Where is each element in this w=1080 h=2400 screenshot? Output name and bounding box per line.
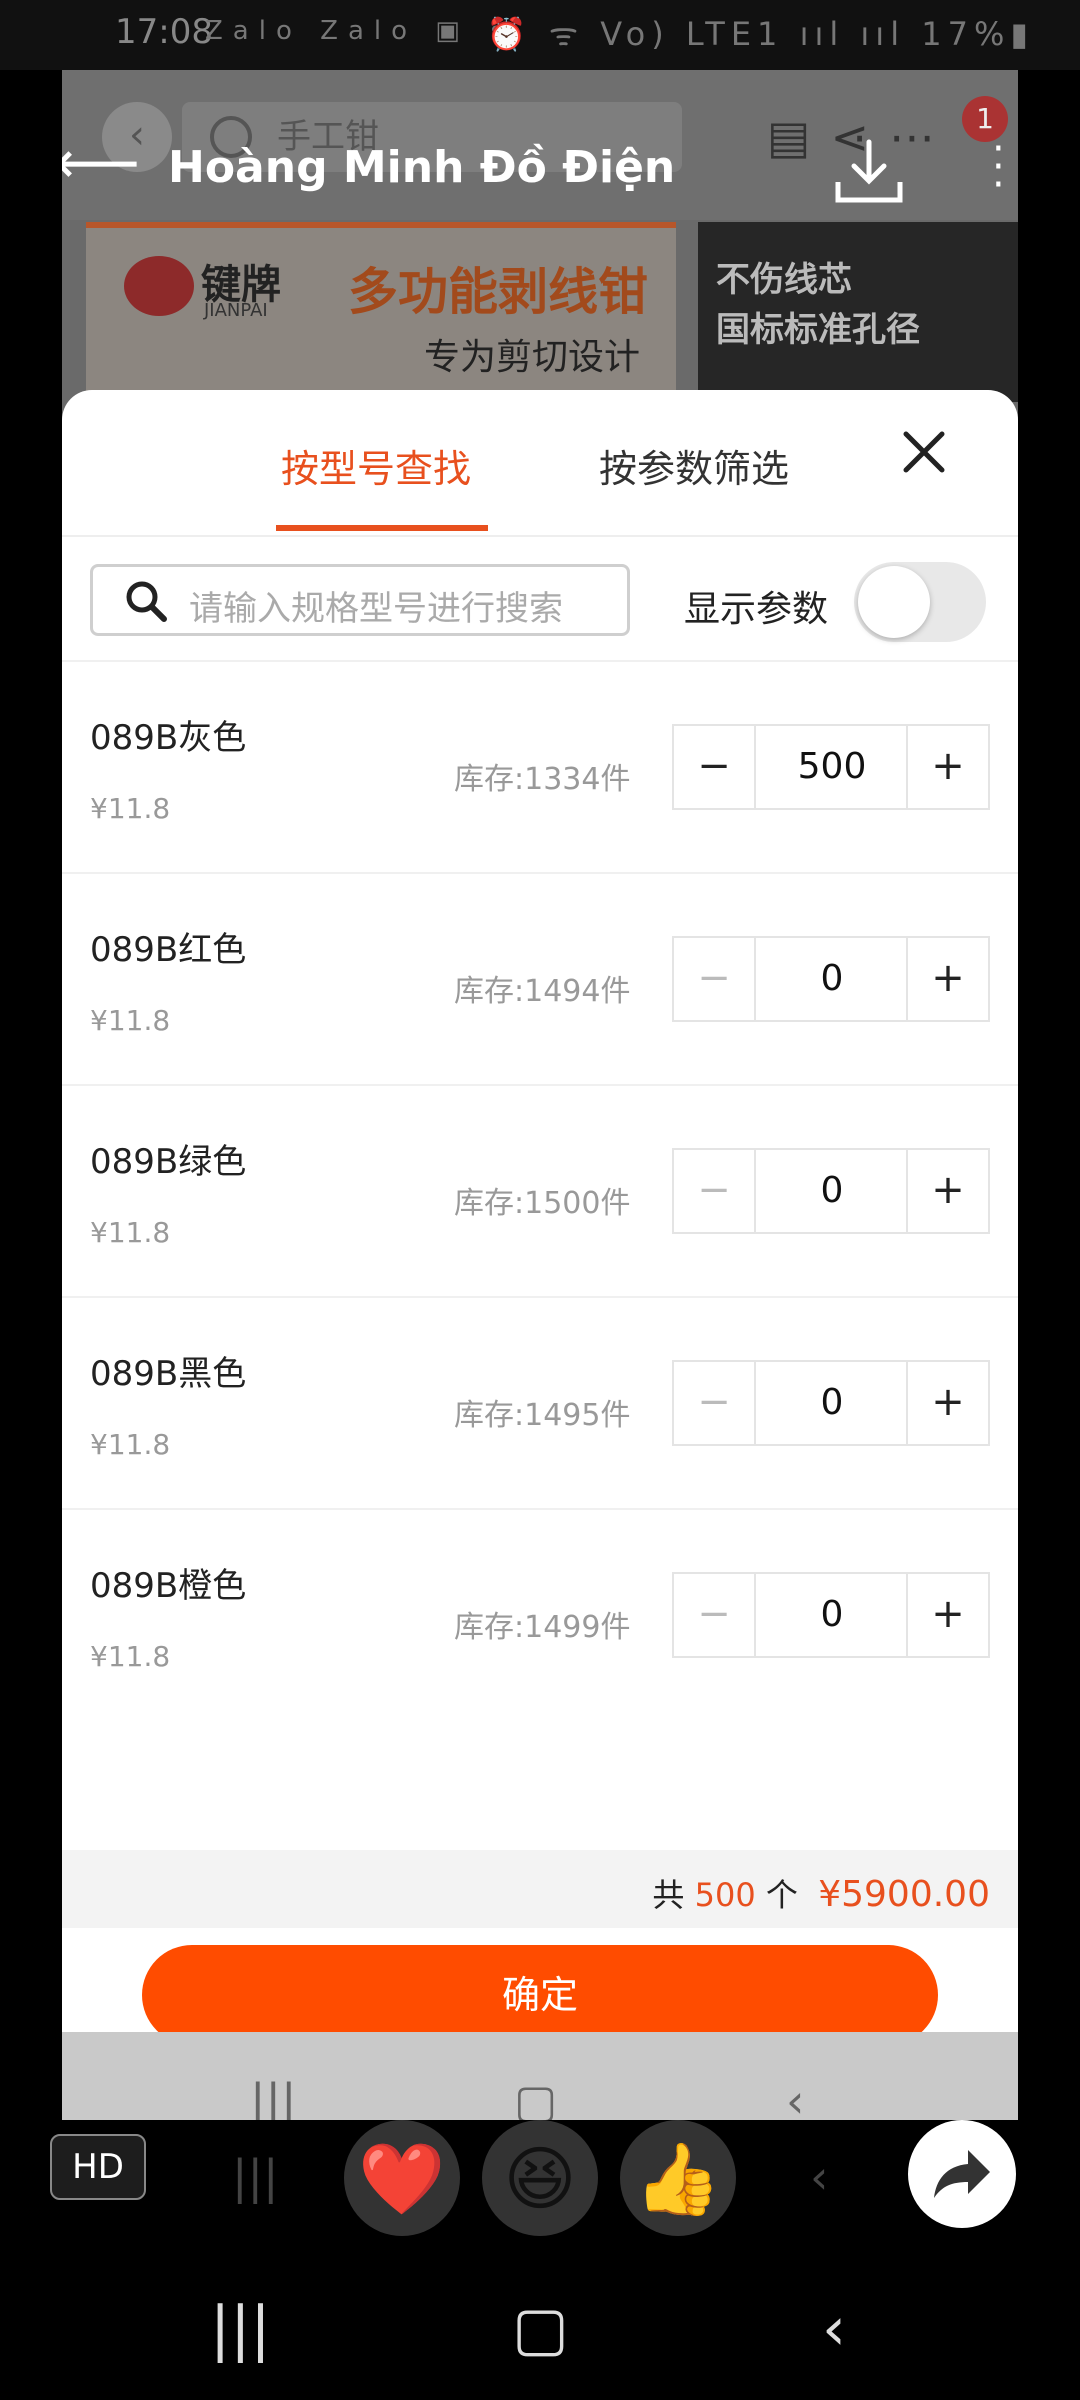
hd-toggle[interactable]: HD <box>50 2134 146 2200</box>
model-search-input[interactable]: 请输入规格型号进行搜索 <box>90 564 630 636</box>
status-time: 17:08 <box>115 12 213 52</box>
system-home-icon[interactable]: ▢ <box>512 2294 569 2364</box>
recents-icon[interactable]: ||| <box>250 2074 297 2120</box>
signal-icons: ⏰ ᯤ Vo) LTE1 ııl ııl <box>486 15 906 53</box>
quantity-stepper: − 0 + <box>672 1572 990 1658</box>
variant-list: 089B灰色 ¥11.8 库存:1334件 − 500 + 089B红色 ¥11… <box>62 660 1018 1720</box>
variant-name: 089B红色 <box>90 930 247 970</box>
variant-row: 089B橙色 ¥11.8 库存:1499件 − 0 + <box>62 1508 1018 1720</box>
variant-selector-sheet: 按型号查找 按参数筛选 请输入规格型号进行搜索 显示参数 089B灰色 ¥11.… <box>62 390 1018 2120</box>
decrease-button[interactable]: − <box>674 1574 756 1656</box>
summary-total: ¥5900.00 <box>818 1874 990 1915</box>
tab-by-parameter[interactable]: 按参数筛选 <box>599 438 789 493</box>
increase-button[interactable]: + <box>906 1574 988 1656</box>
quantity-stepper: − 0 + <box>672 1360 990 1446</box>
increase-button[interactable]: + <box>906 726 988 808</box>
variant-row: 089B绿色 ¥11.8 库存:1500件 − 0 + <box>62 1084 1018 1296</box>
show-params-toggle[interactable] <box>854 562 986 642</box>
banner-right-line1: 不伤线芯 <box>716 260 852 300</box>
quantity-input[interactable]: 0 <box>756 1150 908 1232</box>
status-bar: 17:08 Zalo Zalo ▣ • ⏰ ᯤ Vo) LTE1 ııl ııl… <box>0 0 1080 70</box>
forward-arrow-icon <box>934 2150 990 2198</box>
thumbs-up-reaction-icon[interactable]: 👍 <box>620 2120 736 2236</box>
search-placeholder: 请输入规格型号进行搜索 <box>189 589 563 629</box>
order-summary: 共 500 个 ¥5900.00 <box>62 1850 1018 1928</box>
quantity-input[interactable]: 0 <box>756 1574 908 1656</box>
variant-price: ¥11.8 <box>90 792 171 825</box>
tab-by-model[interactable]: 按型号查找 <box>281 438 471 493</box>
variant-name: 089B绿色 <box>90 1142 247 1182</box>
summary-prefix: 共 <box>652 1876 685 1914</box>
heart-reaction-icon[interactable]: ❤️ <box>344 2120 460 2236</box>
variant-stock: 库存:1499件 <box>454 1610 631 1645</box>
share-forward-button[interactable] <box>908 2120 1016 2228</box>
back-chevron-icon[interactable]: ‹ <box>786 2074 804 2120</box>
system-recents-icon[interactable]: ||| <box>210 2294 271 2364</box>
laugh-reaction-icon[interactable]: 😆 <box>482 2120 598 2236</box>
variant-stock: 库存:1334件 <box>454 762 631 797</box>
system-navigation-bar: ||| ▢ ‹ <box>0 2270 1080 2400</box>
decrease-button[interactable]: − <box>674 938 756 1020</box>
overlay-more-icon[interactable]: · · · <box>992 129 1005 205</box>
banner-headline: 多功能剥线钳 <box>348 263 648 321</box>
banner-subline: 专为剪切设计 <box>424 337 641 378</box>
variant-price: ¥11.8 <box>90 1428 171 1461</box>
overlay-title: Hoàng Minh Đồ Điện <box>168 142 676 193</box>
system-status-icons: ⏰ ᯤ Vo) LTE1 ııl ııl 17%▮ <box>487 12 1034 55</box>
search-icon <box>126 581 167 622</box>
banner-image-main: 键牌 JIANPAI 多功能剥线钳 专为剪切设计 <box>86 222 676 408</box>
variant-price: ¥11.8 <box>90 1216 171 1249</box>
download-icon[interactable] <box>832 136 906 206</box>
increase-button[interactable]: + <box>906 1150 988 1232</box>
faint-recents-icon: ||| <box>232 2150 279 2204</box>
variant-row: 089B红色 ¥11.8 库存:1494件 − 0 + <box>62 872 1018 1084</box>
decrease-button[interactable]: − <box>674 1362 756 1444</box>
quantity-input[interactable]: 500 <box>756 726 908 808</box>
variant-stock: 库存:1500件 <box>454 1186 631 1221</box>
app-screen: ‹ 手工钳 ▤⋖⋯ 1 ⟵ Hoàng Minh Đồ Điện · · · 键牌 … <box>62 70 1018 2120</box>
summary-count: 500 <box>694 1876 756 1914</box>
quantity-input[interactable]: 0 <box>756 938 908 1020</box>
sheet-tabs: 按型号查找 按参数筛选 <box>62 390 1018 537</box>
variant-row: 089B灰色 ¥11.8 库存:1334件 − 500 + <box>62 660 1018 872</box>
brand-sub: JIANPAI <box>204 300 268 321</box>
summary-unit: 个 <box>765 1876 798 1914</box>
overlay-back-icon[interactable]: ⟵ <box>62 128 140 198</box>
reaction-bar: HD ||| ❤️ 😆 👍 ‹ <box>0 2120 1080 2270</box>
quantity-input[interactable]: 0 <box>756 1362 908 1444</box>
decrease-button[interactable]: − <box>674 1150 756 1232</box>
clipboard-icon[interactable]: ▤ <box>767 110 830 164</box>
confirm-button[interactable]: 确定 <box>142 1945 938 2045</box>
increase-button[interactable]: + <box>906 938 988 1020</box>
summary-text: 共 500 个 ¥5900.00 <box>652 1870 990 1916</box>
home-icon[interactable]: ▢ <box>514 2074 557 2120</box>
faint-back-icon: ‹ <box>810 2150 829 2204</box>
variant-name: 089B橙色 <box>90 1566 247 1606</box>
quantity-stepper: − 0 + <box>672 1148 990 1234</box>
show-params-label: 显示参数 <box>684 589 829 630</box>
variant-row: 089B黑色 ¥11.8 库存:1495件 − 0 + <box>62 1296 1018 1508</box>
inner-navigation-bar: ||| ▢ ‹ <box>62 2032 1018 2120</box>
notification-icons: Zalo Zalo ▣ • <box>205 16 514 46</box>
variant-price: ¥11.8 <box>90 1004 171 1037</box>
variant-stock: 库存:1495件 <box>454 1398 631 1433</box>
close-icon[interactable] <box>894 422 954 482</box>
banner-right-line2: 国标标准孔径 <box>716 310 920 350</box>
quantity-stepper: − 0 + <box>672 936 990 1022</box>
variant-name: 089B黑色 <box>90 1354 247 1394</box>
banner-image-secondary: 不伤线芯 国标标准孔径 <box>698 222 1018 402</box>
active-tab-indicator <box>276 525 488 531</box>
toggle-knob <box>858 566 930 638</box>
increase-button[interactable]: + <box>906 1362 988 1444</box>
variant-name: 089B灰色 <box>90 718 247 758</box>
battery-level: 17%▮ <box>921 15 1034 53</box>
decrease-button[interactable]: − <box>674 726 756 808</box>
app-header: ‹ 手工钳 ▤⋖⋯ 1 ⟵ Hoàng Minh Đồ Điện · · · <box>62 70 1018 220</box>
quantity-stepper: − 500 + <box>672 724 990 810</box>
variant-price: ¥11.8 <box>90 1640 171 1673</box>
variant-stock: 库存:1494件 <box>454 974 631 1009</box>
brand-logo-icon <box>124 256 194 316</box>
system-back-icon[interactable]: ‹ <box>822 2294 846 2364</box>
